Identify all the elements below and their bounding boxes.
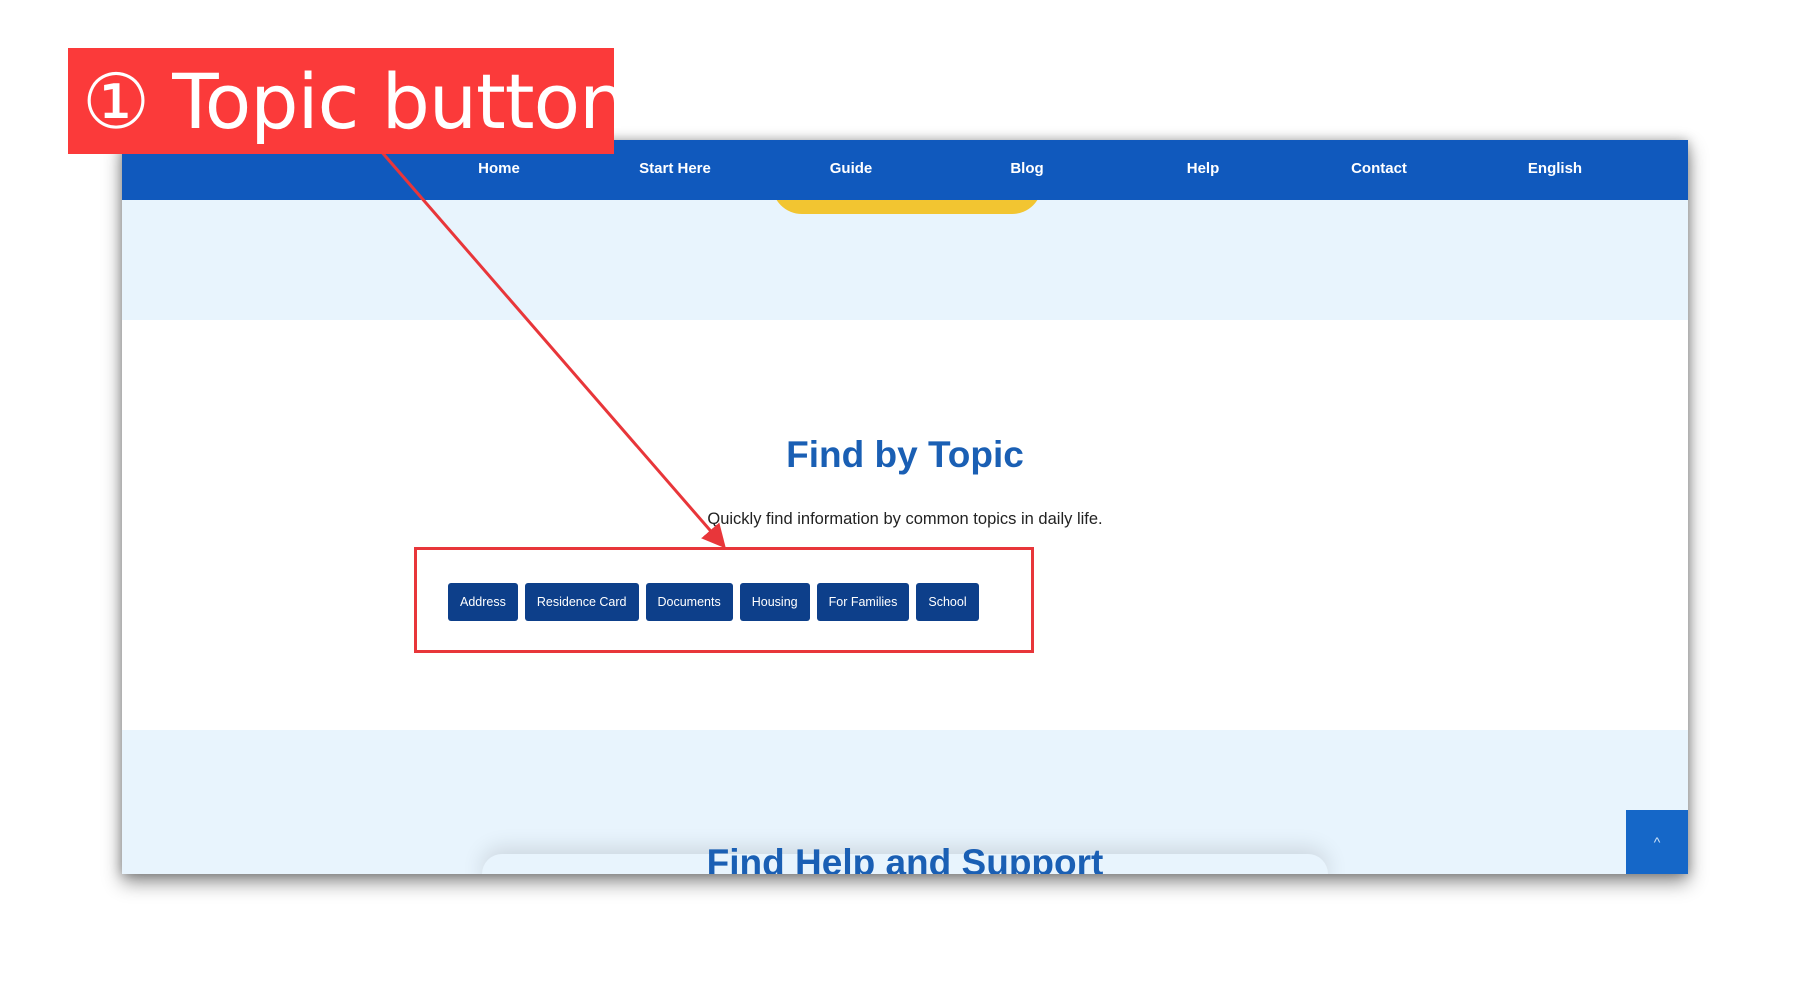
nav-start-here-link[interactable]: Start Here <box>587 160 763 177</box>
find-by-topic-section: Find by Topic Quickly find information b… <box>122 320 1688 730</box>
hero-section <box>122 200 1688 320</box>
tutorial-screenshot: Home Start Here Guide Blog Help Contact … <box>0 0 1800 1008</box>
browser-viewport: Home Start Here Guide Blog Help Contact … <box>122 140 1688 874</box>
nav-language-selector[interactable]: English <box>1467 160 1643 177</box>
scroll-to-top-button[interactable]: ^ <box>1626 810 1688 874</box>
nav-home-link[interactable]: Home <box>411 160 587 177</box>
nav-blog-link[interactable]: Blog <box>939 160 1115 177</box>
section-description: Quickly find information by common topic… <box>707 510 1103 528</box>
chevron-up-icon: ^ <box>1653 834 1661 850</box>
nav-contact-link[interactable]: Contact <box>1291 160 1467 177</box>
highlight-box <box>414 547 1034 653</box>
annotation-callout: ① Topic button <box>68 48 627 154</box>
section-title: Find by Topic <box>786 434 1024 475</box>
nav-guide-link[interactable]: Guide <box>763 160 939 177</box>
nav-help-link[interactable]: Help <box>1115 160 1291 177</box>
help-section-title: Find Help and Support <box>706 842 1104 874</box>
find-help-section: Find Help and Support <box>122 730 1688 874</box>
